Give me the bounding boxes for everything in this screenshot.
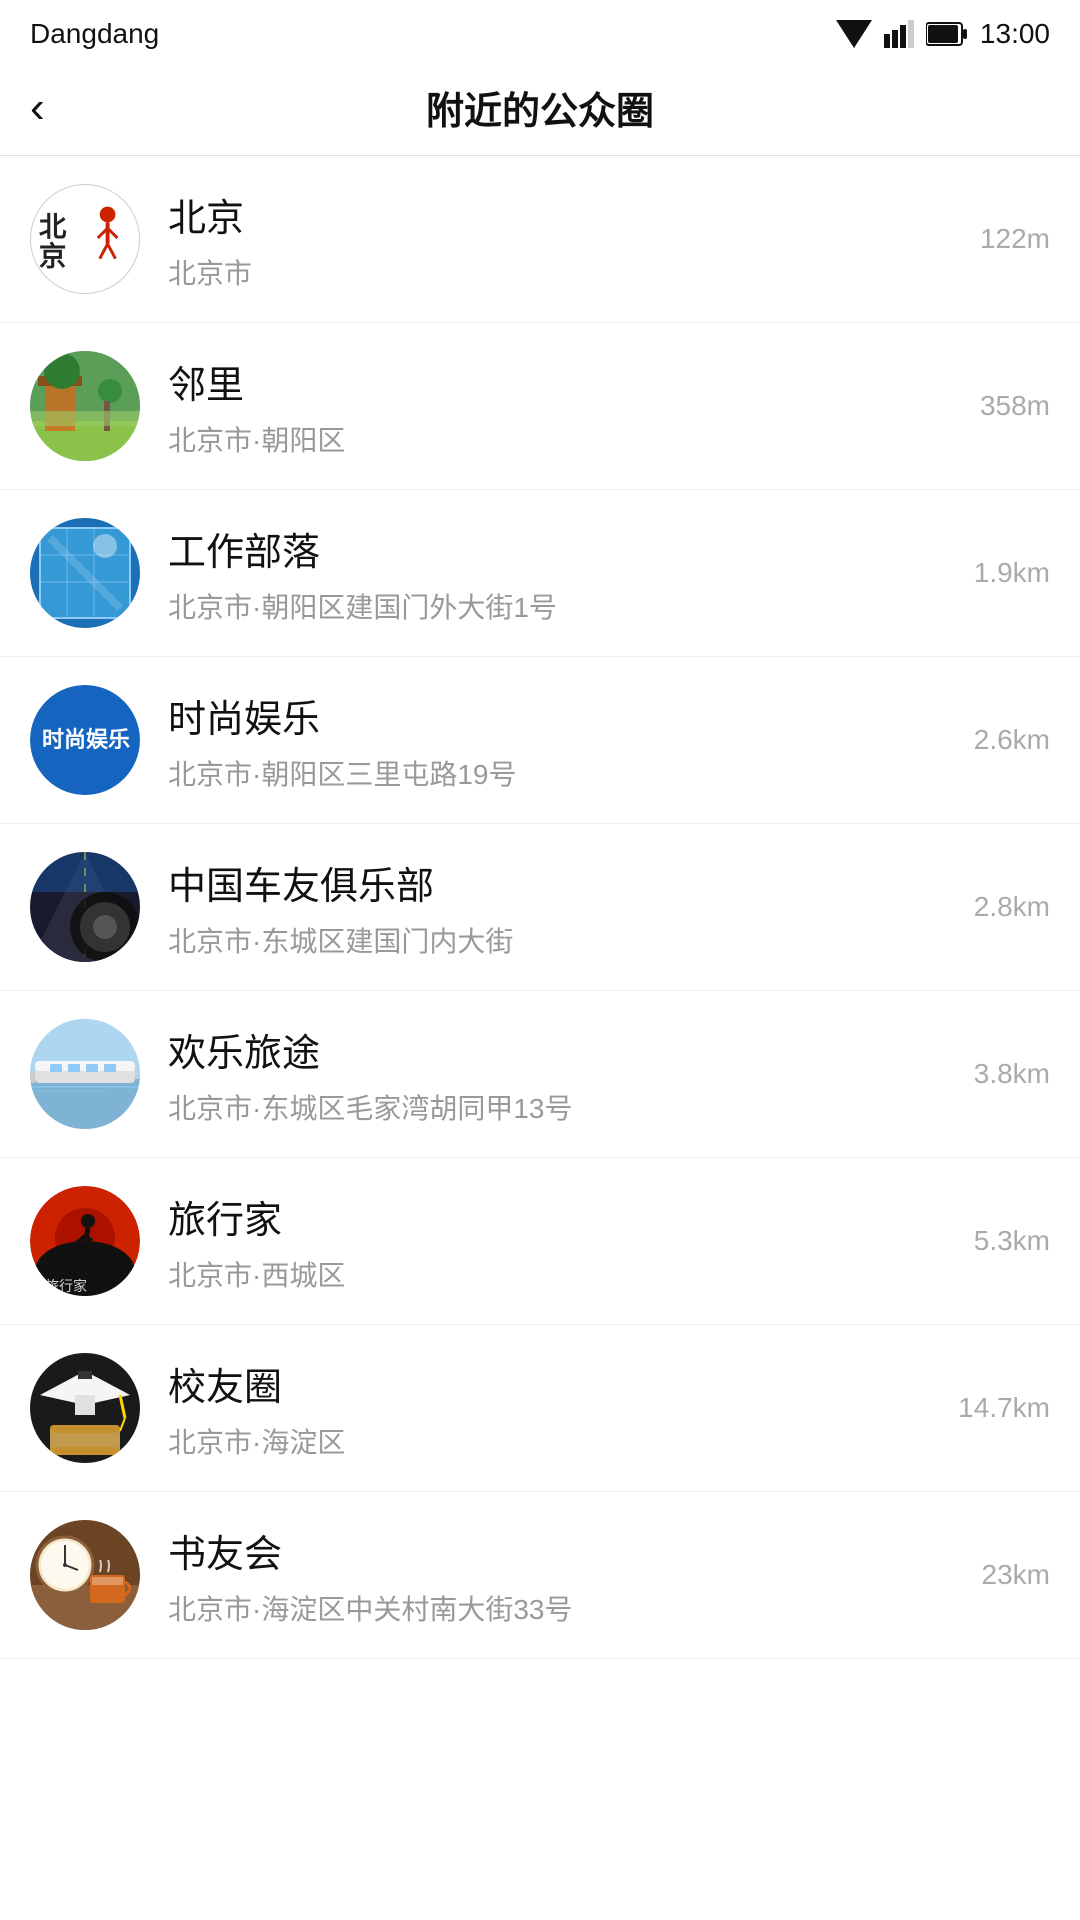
list-item-book[interactable]: 书友会 北京市·海淀区中关村南大街33号 23km [0, 1492, 1080, 1659]
list-item-fashion[interactable]: 时尚娱乐 时尚娱乐 北京市·朝阳区三里屯路19号 2.6km [0, 657, 1080, 824]
page-title: 附近的公众圈 [426, 80, 654, 135]
item-location-alumni: 北京市·海淀区 [168, 1421, 938, 1461]
item-info-beijing: 北京 北京市 [168, 187, 960, 292]
item-name-traveler: 旅行家 [168, 1189, 954, 1244]
avatar-neighbor [30, 351, 140, 461]
time-text: 13:00 [980, 18, 1050, 50]
item-location-work: 北京市·朝阳区建国门外大街1号 [168, 586, 954, 626]
svg-text:京: 京 [39, 241, 67, 272]
avatar-traveler: 旅行家 [30, 1186, 140, 1296]
status-icons: 13:00 [836, 18, 1050, 50]
item-distance-travel: 3.8km [974, 1058, 1050, 1090]
item-name-work: 工作部落 [168, 521, 954, 576]
item-location-book: 北京市·海淀区中关村南大街33号 [168, 1588, 962, 1628]
list-item-neighbor[interactable]: 邻里 北京市·朝阳区 358m [0, 323, 1080, 490]
page-header: ‹ 附近的公众圈 [0, 60, 1080, 156]
item-name-alumni: 校友圈 [168, 1356, 938, 1411]
avatar-travel [30, 1019, 140, 1129]
item-name-car: 中国车友俱乐部 [168, 855, 954, 910]
item-info-traveler: 旅行家 北京市·西城区 [168, 1189, 954, 1294]
status-bar: Dangdang 13:00 [0, 0, 1080, 60]
svg-text:旅行家: 旅行家 [45, 1278, 87, 1294]
battery-icon [926, 21, 968, 47]
item-distance-car: 2.8km [974, 891, 1050, 923]
item-distance-work: 1.9km [974, 557, 1050, 589]
item-location-travel: 北京市·东城区毛家湾胡同甲13号 [168, 1087, 954, 1127]
list-item-alumni[interactable]: 校友圈 北京市·海淀区 14.7km [0, 1325, 1080, 1492]
item-name-fashion: 时尚娱乐 [168, 688, 954, 743]
item-name-beijing: 北京 [168, 187, 960, 242]
avatar-beijing: 北 京 [30, 184, 140, 294]
list-item-beijing[interactable]: 北 京 北京 北京市 122m [0, 156, 1080, 323]
nearby-list: 北 京 北京 北京市 122m [0, 156, 1080, 1659]
avatar-fashion: 时尚娱乐 [30, 685, 140, 795]
item-info-travel: 欢乐旅途 北京市·东城区毛家湾胡同甲13号 [168, 1022, 954, 1127]
item-info-neighbor: 邻里 北京市·朝阳区 [168, 354, 960, 459]
svg-text:北: 北 [39, 212, 67, 242]
item-distance-alumni: 14.7km [958, 1392, 1050, 1424]
item-location-car: 北京市·东城区建国门内大街 [168, 920, 954, 960]
avatar-book [30, 1520, 140, 1630]
item-info-work: 工作部落 北京市·朝阳区建国门外大街1号 [168, 521, 954, 626]
wifi-icon [836, 20, 872, 48]
item-info-alumni: 校友圈 北京市·海淀区 [168, 1356, 938, 1461]
item-location-beijing: 北京市 [168, 252, 960, 292]
item-name-neighbor: 邻里 [168, 354, 960, 409]
item-distance-beijing: 122m [980, 223, 1050, 255]
item-distance-neighbor: 358m [980, 390, 1050, 422]
list-item-traveler[interactable]: 旅行家 旅行家 北京市·西城区 5.3km [0, 1158, 1080, 1325]
back-button[interactable]: ‹ [30, 86, 45, 130]
item-info-fashion: 时尚娱乐 北京市·朝阳区三里屯路19号 [168, 688, 954, 793]
item-distance-fashion: 2.6km [974, 724, 1050, 756]
list-item-car[interactable]: 中国车友俱乐部 北京市·东城区建国门内大街 2.8km [0, 824, 1080, 991]
carrier-text: Dangdang [30, 18, 159, 50]
item-distance-traveler: 5.3km [974, 1225, 1050, 1257]
item-location-fashion: 北京市·朝阳区三里屯路19号 [168, 753, 954, 793]
item-info-car: 中国车友俱乐部 北京市·东城区建国门内大街 [168, 855, 954, 960]
item-location-traveler: 北京市·西城区 [168, 1254, 954, 1294]
list-item-work[interactable]: 工作部落 北京市·朝阳区建国门外大街1号 1.9km [0, 490, 1080, 657]
list-item-travel[interactable]: 欢乐旅途 北京市·东城区毛家湾胡同甲13号 3.8km [0, 991, 1080, 1158]
avatar-work [30, 518, 140, 628]
avatar-car [30, 852, 140, 962]
item-name-travel: 欢乐旅途 [168, 1022, 954, 1077]
svg-text:时尚娱乐: 时尚娱乐 [42, 727, 130, 752]
avatar-alumni [30, 1353, 140, 1463]
item-info-book: 书友会 北京市·海淀区中关村南大街33号 [168, 1523, 962, 1628]
item-location-neighbor: 北京市·朝阳区 [168, 419, 960, 459]
item-distance-book: 23km [982, 1559, 1050, 1591]
signal-icon [884, 20, 914, 48]
item-name-book: 书友会 [168, 1523, 962, 1578]
